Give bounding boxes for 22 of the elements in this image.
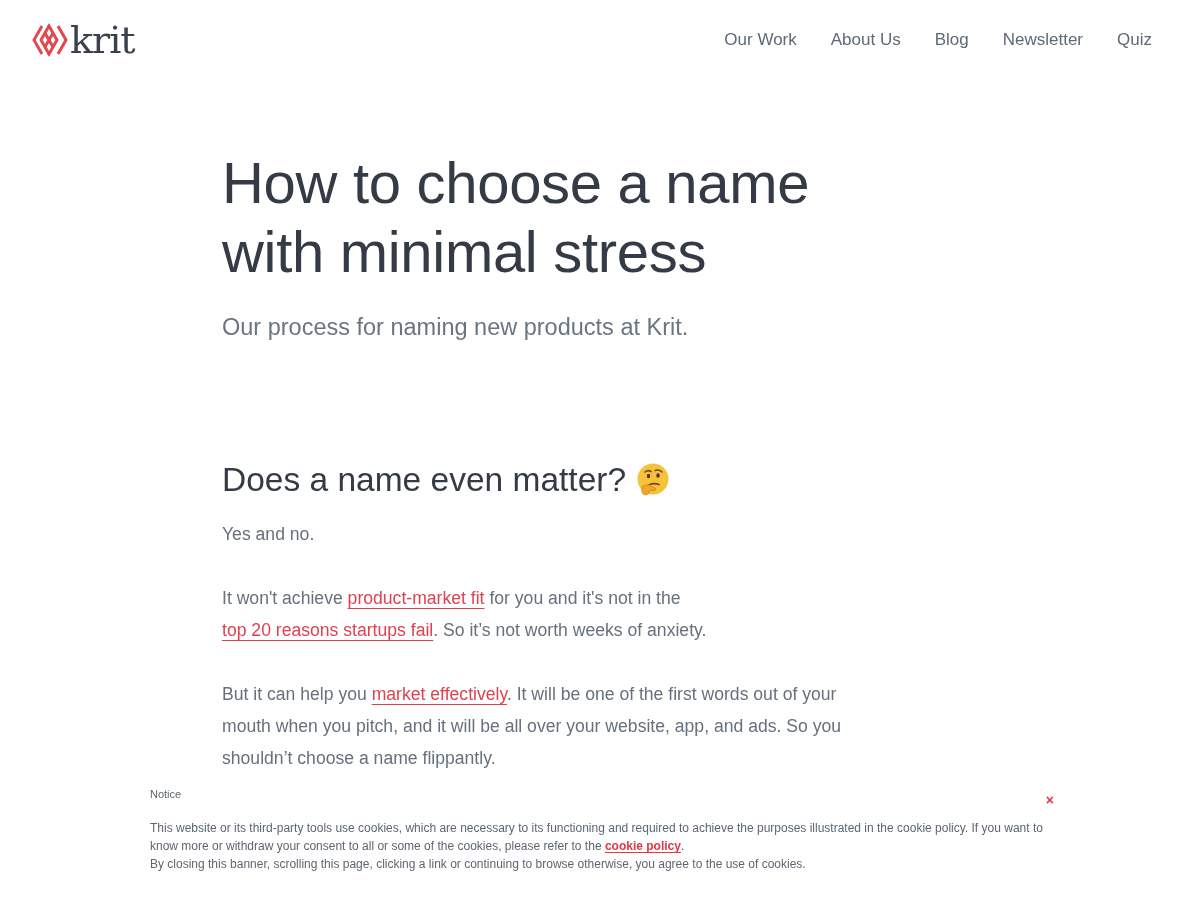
- close-button[interactable]: ×: [1043, 793, 1056, 807]
- logo-wordmark[interactable]: krit: [70, 20, 135, 60]
- cookie-policy-link[interactable]: cookie policy: [604, 839, 681, 853]
- article-paragraph: But it can help you market effectively. It will be one of the first words out of your mouth when you pitch, and it will be all over your website, app, and ads. So you shouldn’t choose a name flippantly.: [222, 683, 843, 770]
- article-subtitle: Our process for naming new products at Krit.: [222, 313, 690, 342]
- nav-link[interactable]: About Us: [830, 29, 901, 51]
- article-link[interactable]: product-market fit: [347, 588, 485, 608]
- logo-mark-icon[interactable]: [32, 23, 68, 57]
- article-paragraph: It won't achieve product-market fit for you and it's not in the top 20 reasons startups fail. So it’s not worth weeks of anxiety.: [222, 587, 708, 642]
- article-link[interactable]: market effectively: [371, 684, 507, 704]
- nav-link[interactable]: Our Work: [724, 29, 797, 51]
- article-paragraph: Yes and no.: [222, 523, 316, 546]
- article-title: How to choose a name with minimal stress: [222, 149, 811, 286]
- nav-link[interactable]: Newsletter: [1002, 29, 1084, 51]
- cookie-notice-text: This website or its third-party tools use cookies, which are necessary to its functioning and required to achieve the purposes illustrated in the cookie policy. If you want to know more or withdraw your consent to all or some of the cookies, please refer to the cookie policy.: [150, 820, 1044, 855]
- nav-link[interactable]: Quiz: [1117, 29, 1152, 51]
- thinking-face-icon: [636, 463, 671, 497]
- cookie-notice-text: By closing this banner, scrolling this page, clicking a link or continuing to browse otherwise, you agree to the use of cookies.: [150, 856, 807, 873]
- article-link[interactable]: top 20 reasons startups fail: [222, 620, 434, 640]
- section-heading: Does a name even matter?: [222, 460, 627, 500]
- notice-title: Notice: [150, 787, 182, 802]
- nav-link[interactable]: Blog: [934, 29, 969, 51]
